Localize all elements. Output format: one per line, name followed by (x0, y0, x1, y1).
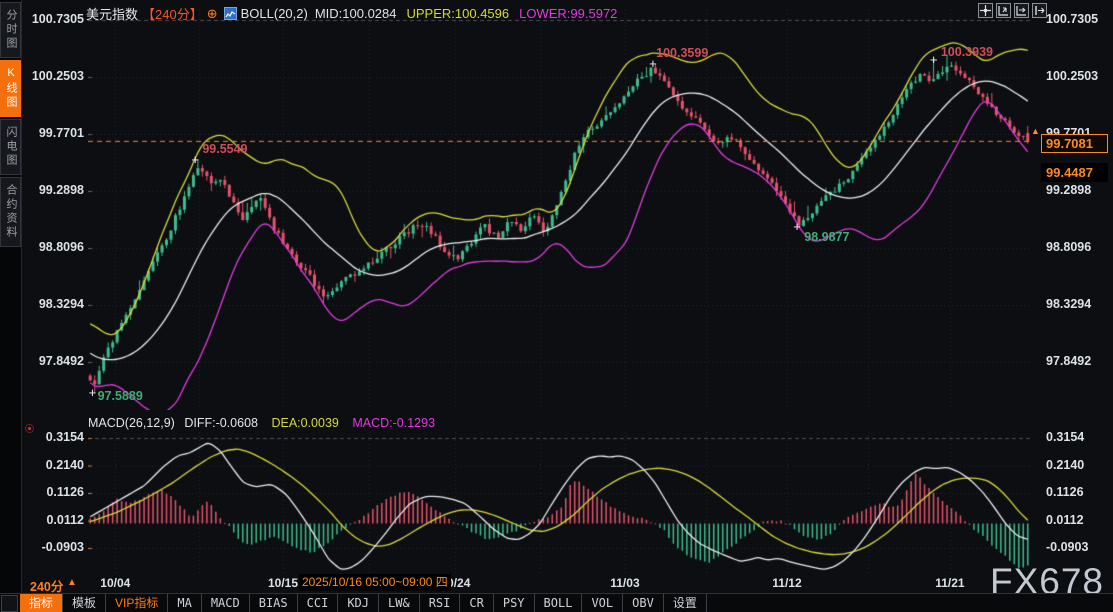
price-axis-label: 98.3294 (24, 297, 84, 311)
macd-dea-value: DEA:0.0039 (271, 416, 338, 430)
toolbar-corner-button[interactable] (1, 595, 18, 612)
period-label: 【240分】 (142, 7, 203, 22)
price-axis-label: 100.7305 (24, 12, 84, 26)
previous-price-box: 99.4487 (1041, 163, 1108, 182)
candlestick-chart-canvas[interactable] (88, 10, 1030, 410)
date-axis-label: 11/21 (928, 576, 972, 590)
sidebar-tab-lightning[interactable]: 闪电图 (0, 119, 21, 175)
extreme-marker-cross: + (793, 219, 801, 234)
price-axis-label: 99.2898 (24, 183, 84, 197)
date-axis-label: 11/12 (765, 576, 809, 590)
macd-axis-label: -0.0903 (24, 540, 84, 554)
macd-axis-label: 0.3154 (24, 430, 84, 444)
time-range-tooltip: 2025/10/16 05:00~09:00 四 (299, 574, 451, 591)
symbol-title: 美元指数 (86, 7, 138, 22)
toolbar-btn-psy[interactable]: PSY (494, 594, 535, 612)
price-annotation: 100.3599 (656, 46, 708, 60)
boll-lower-value: LOWER:99.5972 (519, 6, 617, 21)
macd-macd-value: MACD:-0.1293 (352, 416, 435, 430)
extreme-marker-cross: + (89, 385, 97, 400)
sidebar-tab-time-share[interactable]: 分时图 (0, 2, 21, 58)
current-price-box: 99.7081 (1041, 134, 1108, 153)
macd-axis-label: 0.0112 (24, 513, 84, 527)
price-axis-label: 100.2503 (24, 69, 84, 83)
macd-alert-icon[interactable] (25, 424, 34, 433)
toolbar-btn-macd[interactable]: MACD (202, 594, 250, 612)
price-up-arrow-icon: ▲ (1031, 126, 1040, 136)
circle-plus-icon[interactable]: ⊕ (207, 6, 218, 21)
macd-axis-label: -0.0903 (1046, 540, 1106, 554)
toolbar-tab-vip-indicators[interactable]: VIP指标 (106, 594, 168, 612)
price-axis-label: 99.7701 (24, 126, 84, 140)
price-axis-label: 99.2898 (1046, 183, 1106, 197)
extreme-marker-cross: + (930, 52, 938, 67)
toolbar-btn-vol[interactable]: VOL (582, 594, 623, 612)
toolbar-btn-boll[interactable]: BOLL (535, 594, 583, 612)
macd-axis-label: 0.2140 (24, 458, 84, 472)
chart-header: 美元指数【240分】 ⊕ BOLL(20,2) MID:100.0284 UPPER:1… (86, 4, 617, 20)
sidebar-tab-kline[interactable]: K线图 (0, 60, 21, 117)
pan-forward-icon[interactable] (1032, 3, 1047, 18)
date-axis-label: 10/04 (93, 576, 137, 590)
macd-axis-label: 0.1126 (24, 485, 84, 499)
toolbar-btn-bias[interactable]: BIAS (250, 594, 298, 612)
price-axis-label: 100.7305 (1046, 12, 1106, 26)
toolbar-btn-cci[interactable]: CCI (298, 594, 339, 612)
mini-chart-icon[interactable] (224, 7, 237, 20)
price-annotation: 100.3939 (941, 45, 993, 59)
toolbar-btn-kdj[interactable]: KDJ (338, 594, 379, 612)
price-axis-label: 98.8096 (1046, 240, 1106, 254)
interval-dropdown-icon[interactable]: ▲ (67, 577, 77, 588)
toolbar-btn-lwr[interactable]: LW& (379, 594, 420, 612)
price-axis-label: 97.8492 (1046, 354, 1106, 368)
toolbar-btn-settings[interactable]: 设置 (664, 594, 707, 612)
toolbar-btn-ma[interactable]: MA (168, 594, 201, 612)
macd-header: MACD(26,12,9) DIFF:-0.0608 DEA:0.0039 MA… (88, 416, 435, 430)
chart-type-sidebar: 分时图K线图闪电图合约资料 (0, 0, 22, 612)
price-axis-label: 97.8492 (24, 354, 84, 368)
time-axis: 240分 ▲ 10/0410/1510/2411/0311/1211/21202… (0, 573, 1113, 593)
macd-axis-label: 0.3154 (1046, 430, 1106, 444)
price-annotation: 98.9877 (804, 230, 849, 244)
macd-axis-label: 0.0112 (1046, 513, 1106, 527)
sidebar-tab-contract-info[interactable]: 合约资料 (0, 177, 21, 247)
price-annotation: 97.5889 (98, 389, 143, 403)
toolbar-btn-obv[interactable]: OBV (623, 594, 664, 612)
price-axis-label: 100.2503 (1046, 69, 1106, 83)
toolbar-tab-templates[interactable]: 模板 (63, 594, 106, 612)
toolbar-btn-cr[interactable]: CR (460, 594, 493, 612)
price-axis-label: 98.8096 (24, 240, 84, 254)
toolbar-tab-indicators[interactable]: 指标 (20, 594, 63, 612)
move-crosshair-icon[interactable] (978, 3, 993, 18)
zoom-y-axis-icon[interactable] (996, 3, 1011, 18)
extreme-marker-cross: + (191, 152, 199, 167)
zoom-x-axis-icon[interactable] (1014, 3, 1029, 18)
boll-indicator-label: BOLL(20,2) (241, 6, 308, 21)
macd-params-label: MACD(26,12,9) (88, 416, 175, 430)
chart-tool-icons (978, 3, 1047, 18)
boll-mid-value: MID:100.0284 (315, 6, 397, 21)
price-annotation: 99.5549 (202, 142, 247, 156)
macd-axis-label: 0.2140 (1046, 458, 1106, 472)
toolbar-btn-rsi[interactable]: RSI (420, 594, 461, 612)
date-axis-label: 11/03 (603, 576, 647, 590)
macd-diff-value: DIFF:-0.0608 (184, 416, 258, 430)
trading-app-window: 分时图K线图闪电图合约资料 美元指数【240分】 ⊕ BOLL(20,2) MID:1… (0, 0, 1113, 612)
macd-chart-canvas[interactable] (88, 432, 1030, 575)
indicator-toolbar: 指标模板VIP指标MAMACDBIASCCIKDJLW&RSICRPSYBOLL… (0, 593, 1113, 612)
macd-axis-label: 0.1126 (1046, 485, 1106, 499)
boll-upper-value: UPPER:100.4596 (407, 6, 510, 21)
price-axis-label: 98.3294 (1046, 297, 1106, 311)
